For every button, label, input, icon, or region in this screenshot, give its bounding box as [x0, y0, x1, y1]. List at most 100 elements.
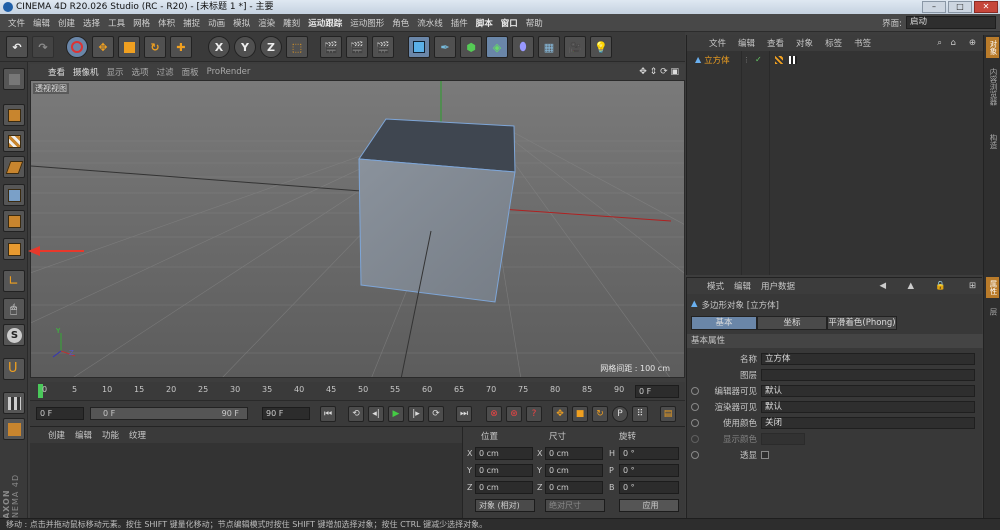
editor-visible-radio[interactable] [691, 386, 699, 395]
size-x-field[interactable]: 0 cm [545, 447, 603, 460]
objects-tab-view[interactable]: 查看 [767, 37, 784, 49]
render-picture-viewer-button[interactable]: 🎬 [346, 36, 368, 58]
position-y-field[interactable]: 0 cm [475, 464, 533, 477]
close-button[interactable]: ✕ [974, 1, 998, 13]
layout-select[interactable]: 启动 [906, 16, 996, 29]
objects-tab-objects[interactable]: 对象 [796, 37, 813, 49]
objects-tab-tags[interactable]: 标签 [825, 37, 842, 49]
previous-frame-button[interactable]: ◂| [368, 406, 384, 422]
move-tool-button[interactable]: ✥ [92, 36, 114, 58]
render-visible-select[interactable]: 默认 [761, 400, 975, 413]
menu-render[interactable]: 渲染 [254, 17, 279, 29]
current-frame-field[interactable]: 0 F [635, 385, 679, 398]
xray-checkbox[interactable] [761, 450, 769, 459]
material-tag-icon[interactable] [789, 55, 797, 64]
menu-script[interactable]: 脚本 [472, 17, 497, 29]
keyframe-selection-button[interactable]: ? [526, 406, 542, 422]
layer-field[interactable] [761, 368, 975, 381]
magnet-button[interactable]: U [3, 358, 25, 380]
side-tab-structure[interactable]: 构造 [986, 131, 999, 152]
render-visible-radio[interactable] [691, 402, 699, 411]
menu-simulate[interactable]: 模拟 [229, 17, 254, 29]
side-tab-objects[interactable]: 对象 [986, 37, 999, 58]
size-mode-select[interactable]: 绝对尺寸 [545, 499, 605, 512]
points-mode-button[interactable] [3, 184, 25, 206]
lock-x-button[interactable]: X [208, 36, 230, 58]
attr-up-icon[interactable]: ▲ [907, 281, 914, 291]
menu-pipeline[interactable]: 流水线 [413, 17, 447, 29]
timeline-window-button[interactable]: ▤ [660, 406, 676, 422]
menu-mesh[interactable]: 网格 [129, 17, 154, 29]
key-rotation-button[interactable]: ↻ [592, 406, 608, 422]
material-tab-edit[interactable]: 编辑 [75, 429, 92, 441]
size-z-field[interactable]: 0 cm [545, 481, 603, 494]
attr-subtab-basic[interactable]: 基本 [691, 316, 757, 330]
camera-button[interactable]: 🎥 [564, 36, 586, 58]
attr-lock-icon[interactable]: 🔒 [935, 281, 946, 291]
menu-snap[interactable]: 捕捉 [179, 17, 204, 29]
attr-subtab-phong[interactable]: 平滑着色(Phong) [827, 316, 897, 330]
attr-new-icon[interactable]: ⊞ [969, 281, 976, 291]
menu-window[interactable]: 窗口 [497, 17, 522, 29]
scale-tool-button[interactable] [118, 36, 140, 58]
deformer-button[interactable]: ⬮ [512, 36, 534, 58]
menu-file[interactable]: 文件 [4, 17, 29, 29]
objects-tab-edit[interactable]: 编辑 [738, 37, 755, 49]
axis-mode-button[interactable]: ∟ [3, 270, 25, 292]
rotation-p-field[interactable]: 0 ° [619, 464, 679, 477]
material-tab-create[interactable]: 创建 [48, 429, 65, 441]
live-select-button[interactable] [66, 36, 88, 58]
subdivision-button[interactable]: ⬢ [460, 36, 482, 58]
next-frame-button[interactable]: |▸ [408, 406, 424, 422]
go-to-start-button[interactable]: ⏮ [320, 406, 336, 422]
editor-visible-select[interactable]: 默认 [761, 384, 975, 397]
attr-tab-edit[interactable]: 编辑 [734, 280, 751, 292]
end-frame-field[interactable]: 90 F [262, 407, 310, 420]
recent-tool-button[interactable]: ✚ [170, 36, 192, 58]
perspective-viewport[interactable]: 透视视图 Y Z 网格间距 : 100 cm [30, 80, 685, 378]
side-tab-layers[interactable]: 层 [986, 305, 999, 319]
key-position-button[interactable]: ✥ [552, 406, 568, 422]
rotation-h-field[interactable]: 0 ° [619, 447, 679, 460]
menu-select[interactable]: 选择 [79, 17, 104, 29]
menu-volume[interactable]: 体积 [154, 17, 179, 29]
menu-sculpt[interactable]: 雕刻 [279, 17, 304, 29]
edges-mode-button[interactable] [3, 210, 25, 232]
menu-tools[interactable]: 工具 [104, 17, 129, 29]
record-button[interactable]: ⊗ [486, 406, 502, 422]
render-settings-button[interactable]: 🎬 [372, 36, 394, 58]
objects-nav-icon[interactable]: ⊕ [969, 38, 976, 48]
display-color-swatch[interactable] [761, 432, 805, 445]
menu-character[interactable]: 角色 [388, 17, 413, 29]
attr-back-icon[interactable]: ◀ [879, 281, 886, 291]
object-row[interactable]: ▲ 立方体 ⋮ ✓ [687, 53, 983, 66]
visibility-dots-icon[interactable]: ⋮ [743, 56, 750, 64]
cube-object-button[interactable] [408, 36, 430, 58]
menu-create[interactable]: 创建 [54, 17, 79, 29]
size-y-field[interactable]: 0 cm [545, 464, 603, 477]
model-mode-button[interactable] [3, 104, 25, 126]
phong-tag-icon[interactable] [775, 55, 783, 64]
make-editable-button[interactable] [3, 68, 25, 90]
previous-key-button[interactable]: ⟲ [348, 406, 364, 422]
play-button[interactable]: ▶ [388, 406, 404, 422]
objects-home-icon[interactable]: ⌂ [951, 38, 956, 48]
viewport-tab-prorender[interactable]: ProRender [207, 67, 251, 77]
key-scale-button[interactable]: ■ [572, 406, 588, 422]
polygons-mode-button[interactable] [3, 238, 25, 260]
objects-tab-bookmarks[interactable]: 书签 [854, 37, 871, 49]
frame-range-slider[interactable]: 0 F 90 F [90, 407, 248, 420]
render-view-button[interactable]: 🎬 [320, 36, 342, 58]
autokey-button[interactable]: ⊛ [506, 406, 522, 422]
objects-tab-file[interactable]: 文件 [709, 37, 726, 49]
redo-button[interactable]: ↷ [32, 36, 54, 58]
light-button[interactable]: 💡 [590, 36, 612, 58]
material-tab-texture[interactable]: 纹理 [129, 429, 146, 441]
attr-tab-mode[interactable]: 模式 [707, 280, 724, 292]
key-parameter-button[interactable]: P [612, 406, 628, 422]
maximize-button[interactable]: □ [948, 1, 972, 13]
menu-edit[interactable]: 编辑 [29, 17, 54, 29]
viewport-tab-view[interactable]: 查看 [48, 66, 65, 78]
position-x-field[interactable]: 0 cm [475, 447, 533, 460]
xray-radio[interactable] [691, 450, 699, 459]
